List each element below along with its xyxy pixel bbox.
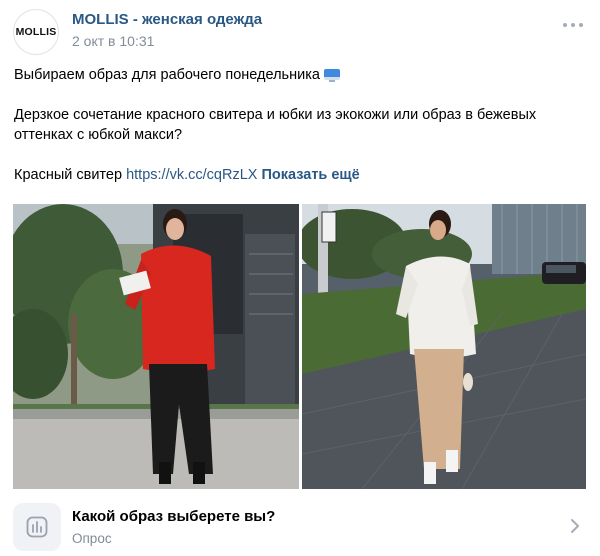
- more-horizontal-icon[interactable]: [563, 22, 583, 28]
- community-avatar[interactable]: MOLLIS: [13, 9, 59, 55]
- post-date[interactable]: 2 окт в 10:31: [72, 33, 154, 49]
- show-more-link[interactable]: Показать ещё: [261, 167, 359, 183]
- avatar-logo-text: MOLLIS: [15, 26, 57, 38]
- post-text-line-2: Дерзкое сочетание красного свитера и юбк…: [14, 107, 537, 143]
- post-text: Выбираем образ для рабочего понедельника…: [14, 65, 584, 185]
- post-link[interactable]: https://vk.cc/cqRzLX: [126, 167, 257, 183]
- computer-monitor-icon: [323, 69, 340, 82]
- photo-red-sweater[interactable]: [13, 204, 299, 489]
- wall-post: MOLLIS MOLLIS - женская одежда 2 окт в 1…: [0, 0, 600, 556]
- post-author-name[interactable]: MOLLIS - женская одежда: [72, 11, 262, 28]
- post-text-line-3-prefix: Красный свитер: [14, 167, 127, 183]
- poll-question[interactable]: Какой образ выберете вы?: [72, 508, 275, 525]
- photo-beige-outfit[interactable]: [302, 204, 586, 489]
- poll-label: Опрос: [72, 531, 112, 546]
- post-text-line-1-content: Выбираем образ для рабочего понедельника: [14, 67, 320, 83]
- poll-chart-icon[interactable]: [13, 503, 61, 551]
- post-text-line-1: Выбираем образ для рабочего понедельника: [14, 65, 584, 85]
- post-text-line-3: Красный свитер https://vk.cc/cqRzLX Пока…: [14, 165, 584, 185]
- chevron-right-icon[interactable]: [570, 518, 580, 539]
